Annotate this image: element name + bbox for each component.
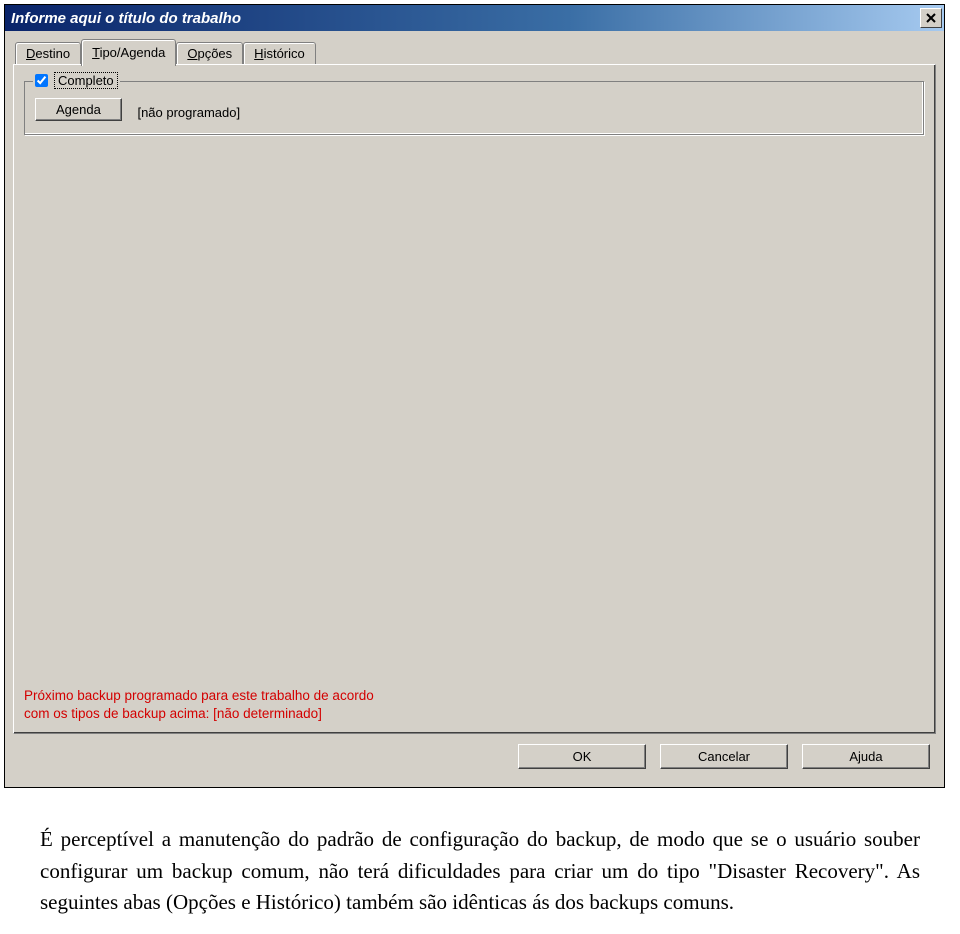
- next-backup-info: Próximo backup programado para este trab…: [24, 687, 374, 723]
- tab-tipo-agenda[interactable]: Tipo/Agenda: [81, 39, 176, 66]
- dialog-button-row: OK Cancelar Ajuda: [13, 734, 936, 779]
- titlebar: Informe aqui o título do trabalho: [5, 5, 944, 31]
- agenda-button[interactable]: Agenda: [35, 98, 122, 121]
- tab-panel: Completo Agenda [não programado] Próximo…: [13, 64, 936, 734]
- close-icon: [926, 12, 936, 25]
- tab-historico[interactable]: Histórico: [243, 42, 316, 65]
- completo-checkbox[interactable]: [35, 74, 48, 87]
- cancel-button[interactable]: Cancelar: [660, 744, 788, 769]
- window-title: Informe aqui o título do trabalho: [11, 10, 920, 27]
- completo-label: Completo: [54, 72, 118, 89]
- document-text: É perceptível a manutenção do padrão de …: [40, 827, 920, 914]
- tab-destino[interactable]: Destino: [15, 42, 81, 65]
- dialog-window: Informe aqui o título do trabalho Destin…: [4, 4, 945, 788]
- completo-groupbox: Completo Agenda [não programado]: [24, 81, 924, 135]
- completo-checkbox-wrap[interactable]: Completo: [33, 72, 120, 89]
- client-area: Destino Tipo/Agenda Opções Histórico Com…: [5, 31, 944, 787]
- document-paragraph: É perceptível a manutenção do padrão de …: [40, 824, 920, 919]
- next-backup-line2: com os tipos de backup acima: [não deter…: [24, 705, 374, 723]
- schedule-status: [não programado]: [137, 105, 240, 120]
- tab-opcoes[interactable]: Opções: [176, 42, 243, 65]
- help-button[interactable]: Ajuda: [802, 744, 930, 769]
- close-button[interactable]: [920, 8, 942, 28]
- ok-button[interactable]: OK: [518, 744, 646, 769]
- tabs-row: Destino Tipo/Agenda Opções Histórico: [15, 39, 936, 65]
- next-backup-line1: Próximo backup programado para este trab…: [24, 687, 374, 705]
